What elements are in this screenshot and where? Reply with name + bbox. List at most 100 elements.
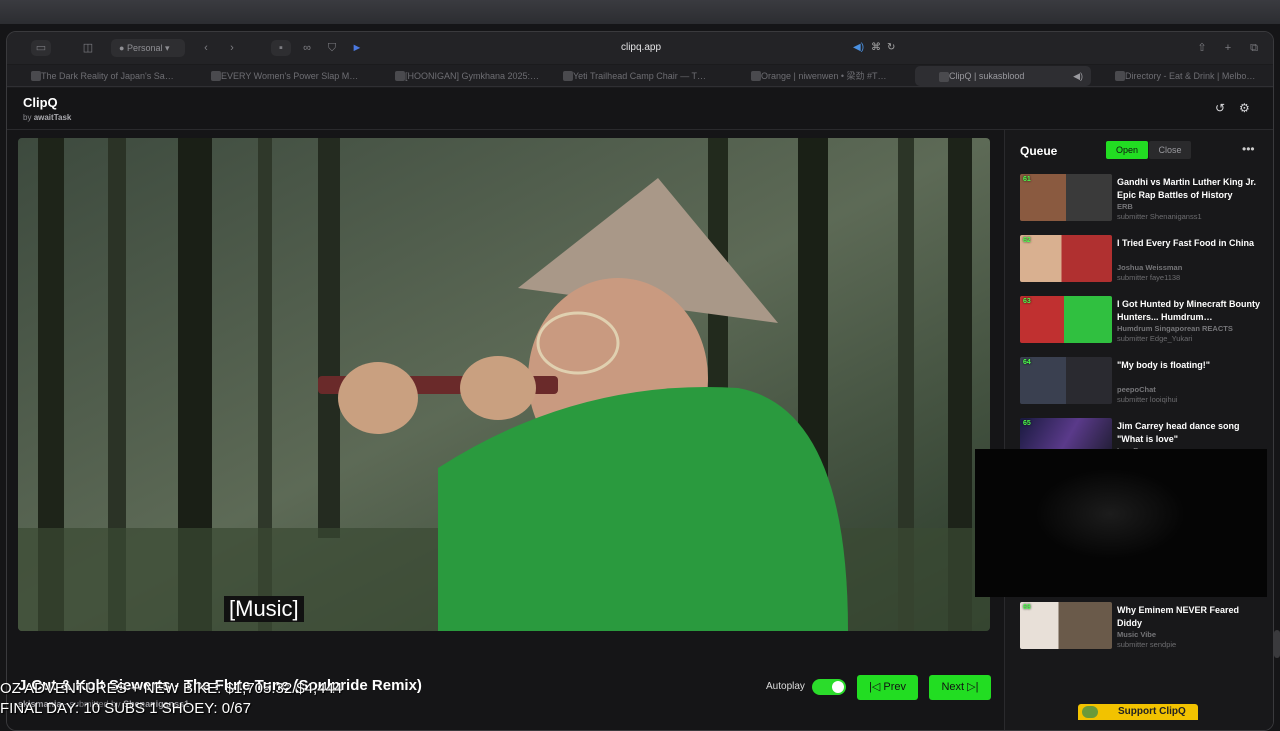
favicon-icon [563, 71, 573, 81]
stream-goal-text: OZ ADVENTURES + NEW BIKE: $1,705.32/$4,4… [0, 680, 343, 697]
queue-item-channel: peepoChat [1117, 385, 1156, 394]
tab-item[interactable]: EVERY Women's Power Slap M… [187, 65, 367, 87]
autoplay-toggle[interactable] [812, 679, 846, 695]
queue-number: 62 [1023, 237, 1031, 244]
favicon-icon [1115, 71, 1125, 81]
back-icon[interactable]: ‹ [199, 40, 213, 56]
queue-item-submitter: submitter looiqihui [1117, 395, 1178, 404]
tab-label: Orange | niwenwen • 梁劲 #T… [761, 71, 887, 81]
shield-icon[interactable]: ⛉ [325, 40, 339, 56]
tab-item[interactable]: Yeti Trailhead Camp Chair — T… [539, 65, 725, 87]
share-icon[interactable]: ⇧ [1195, 40, 1209, 56]
queue-open-button[interactable]: Open [1106, 141, 1148, 159]
tab-item[interactable]: The Dark Reality of Japan's Sa… [7, 65, 187, 87]
browser-toolbar: ▭ ◫ ● Personal ▾ ‹ › ▪ ∞ ⛉ ► ☰ clipq.app… [7, 32, 1273, 64]
address-bar[interactable]: clipq.app ◀) ⌘ ↻ [379, 38, 903, 58]
queue-item[interactable]: 62 I Tried Every Fast Food in China Josh… [1020, 235, 1270, 285]
queue-item-title: Why Eminem NEVER Feared Diddy [1117, 605, 1240, 628]
queue-item-channel: Music Vibe [1117, 630, 1157, 639]
queue-item[interactable]: 64 "My body is floating!" peepoChat subm… [1020, 357, 1270, 407]
queue-item[interactable]: 61 Gandhi vs Martin Luther King Jr. Epic… [1020, 174, 1270, 224]
tab-item[interactable]: Directory - Eat & Drink | Melbo… [1091, 65, 1273, 87]
favicon-icon [211, 71, 221, 81]
tab-bar: The Dark Reality of Japan's Sa… EVERY Wo… [7, 65, 1273, 87]
chevron-down-icon: ▾ [165, 43, 170, 53]
url-text: clipq.app [620, 42, 662, 53]
next-label: Next [941, 681, 965, 693]
byline-author: awaitTask [33, 113, 72, 122]
tab-item-active[interactable]: ClipQ | sukasblood ◀) [915, 66, 1091, 86]
queue-number: 63 [1023, 298, 1031, 305]
queue-thumbnail: 68 [1020, 602, 1112, 649]
apple-logo-icon[interactable] [12, 4, 26, 20]
skip-back-icon: |◁ [868, 681, 881, 693]
favicon-icon [31, 71, 41, 81]
queue-item-channel: Humdrum Singaporean REACTS [1117, 324, 1233, 333]
tab-label: ClipQ | sukasblood [949, 71, 1025, 81]
stream-challenge-text: FINAL DAY: 10 SUBS 1 SHOEY: 0/67 [0, 700, 251, 717]
favicon-icon [939, 72, 949, 82]
speaker-icon[interactable]: ◀) [853, 38, 864, 58]
app-name: ClipQ [23, 95, 58, 110]
reload-icon[interactable]: ↻ [887, 38, 895, 58]
tab-item[interactable]: [HOONIGAN] Gymkhana 2025:… [371, 65, 551, 87]
prev-button[interactable]: |◁ Prev [857, 675, 918, 700]
tab-item[interactable]: Orange | niwenwen • 梁劲 #T… [727, 65, 907, 87]
tab-label: The Dark Reality of Japan's Sa… [41, 71, 174, 81]
tab-label: Yeti Trailhead Camp Chair — T… [573, 71, 707, 81]
skip-forward-icon: ▷| [967, 681, 979, 693]
translate-icon[interactable]: ⌘ [871, 38, 881, 58]
page-scrollbar[interactable] [1274, 630, 1280, 658]
queue-item-submitter: submitter sendpie [1117, 640, 1177, 649]
tab-label: EVERY Women's Power Slap M… [221, 71, 359, 81]
forward-icon[interactable]: › [225, 40, 239, 56]
queue-close-button[interactable]: Close [1149, 141, 1191, 159]
profile-selector[interactable]: ● Personal ▾ [111, 39, 185, 57]
stream-webcam-overlay [975, 449, 1267, 597]
more-options-icon[interactable]: ••• [1242, 142, 1256, 156]
prev-label: Prev [883, 681, 906, 693]
person-icon: ● [119, 43, 125, 53]
frog-emote-icon [1082, 706, 1098, 718]
private-icon[interactable]: ∞ [299, 40, 315, 56]
queue-item-submitter: submitter Edge_Yukari [1117, 334, 1193, 343]
queue-title: Queue [1020, 144, 1058, 158]
video-caption: [Music] [224, 596, 304, 622]
queue-item[interactable]: 68 Why Eminem NEVER Feared Diddy Music V… [1020, 602, 1270, 652]
queue-thumbnail: 61 [1020, 174, 1112, 221]
queue-thumbnail: 63 [1020, 296, 1112, 343]
queue-item-title: Jim Carrey head dance song "What is love… [1117, 421, 1240, 444]
reader-icon[interactable]: ▪ [271, 40, 291, 56]
queue-item-title: I Got Hunted by Minecraft Bounty Hunters… [1117, 299, 1260, 322]
history-icon[interactable]: ↺ [1215, 101, 1229, 115]
clipq-app: ClipQ by awaitTask ↺ ⚙ [Music] J-Cut & K… [7, 88, 1273, 730]
sidebar-toggle-icon[interactable]: ◫ [79, 40, 97, 56]
sidebar-menu-icon[interactable]: ▭ [31, 40, 51, 56]
queue-number: 68 [1023, 604, 1031, 611]
favicon-icon [395, 71, 405, 81]
queue-thumbnail: 62 [1020, 235, 1112, 282]
support-label: Support ClipQ [1118, 706, 1186, 717]
queue-item[interactable]: 63 I Got Hunted by Minecraft Bounty Hunt… [1020, 296, 1270, 346]
tab-audio-icon[interactable]: ◀) [1073, 66, 1083, 86]
queue-item-channel: ERB [1117, 202, 1133, 211]
tab-overview-icon[interactable]: ⧉ [1247, 40, 1261, 56]
queue-item-title: I Tried Every Fast Food in China [1117, 238, 1255, 248]
video-player[interactable]: [Music] [18, 138, 990, 631]
queue-item-title: Gandhi vs Martin Luther King Jr. Epic Ra… [1117, 177, 1257, 200]
support-clipq-button[interactable]: Support ClipQ [1078, 704, 1198, 720]
tab-label: [HOONIGAN] Gymkhana 2025:… [405, 71, 540, 81]
browser-window: ▭ ◫ ● Personal ▾ ‹ › ▪ ∞ ⛉ ► ☰ clipq.app… [6, 31, 1274, 731]
queue-number: 64 [1023, 359, 1031, 366]
autoplay-label: Autoplay [766, 681, 805, 692]
app-byline: by awaitTask [23, 113, 71, 122]
new-tab-icon[interactable]: + [1221, 40, 1235, 56]
favicon-icon [751, 71, 761, 81]
queue-item-channel: Joshua Weissman [1117, 263, 1183, 272]
next-button[interactable]: Next ▷| [929, 675, 991, 700]
byline-prefix: by [23, 113, 32, 122]
queue-panel: Queue Open Close ••• 61 Gandhi vs Martin… [1004, 130, 1273, 730]
settings-sliders-icon[interactable]: ⚙ [1239, 101, 1253, 115]
queue-item-submitter: submitter faye1138 [1117, 273, 1181, 282]
extension-icon[interactable]: ► [349, 40, 365, 56]
